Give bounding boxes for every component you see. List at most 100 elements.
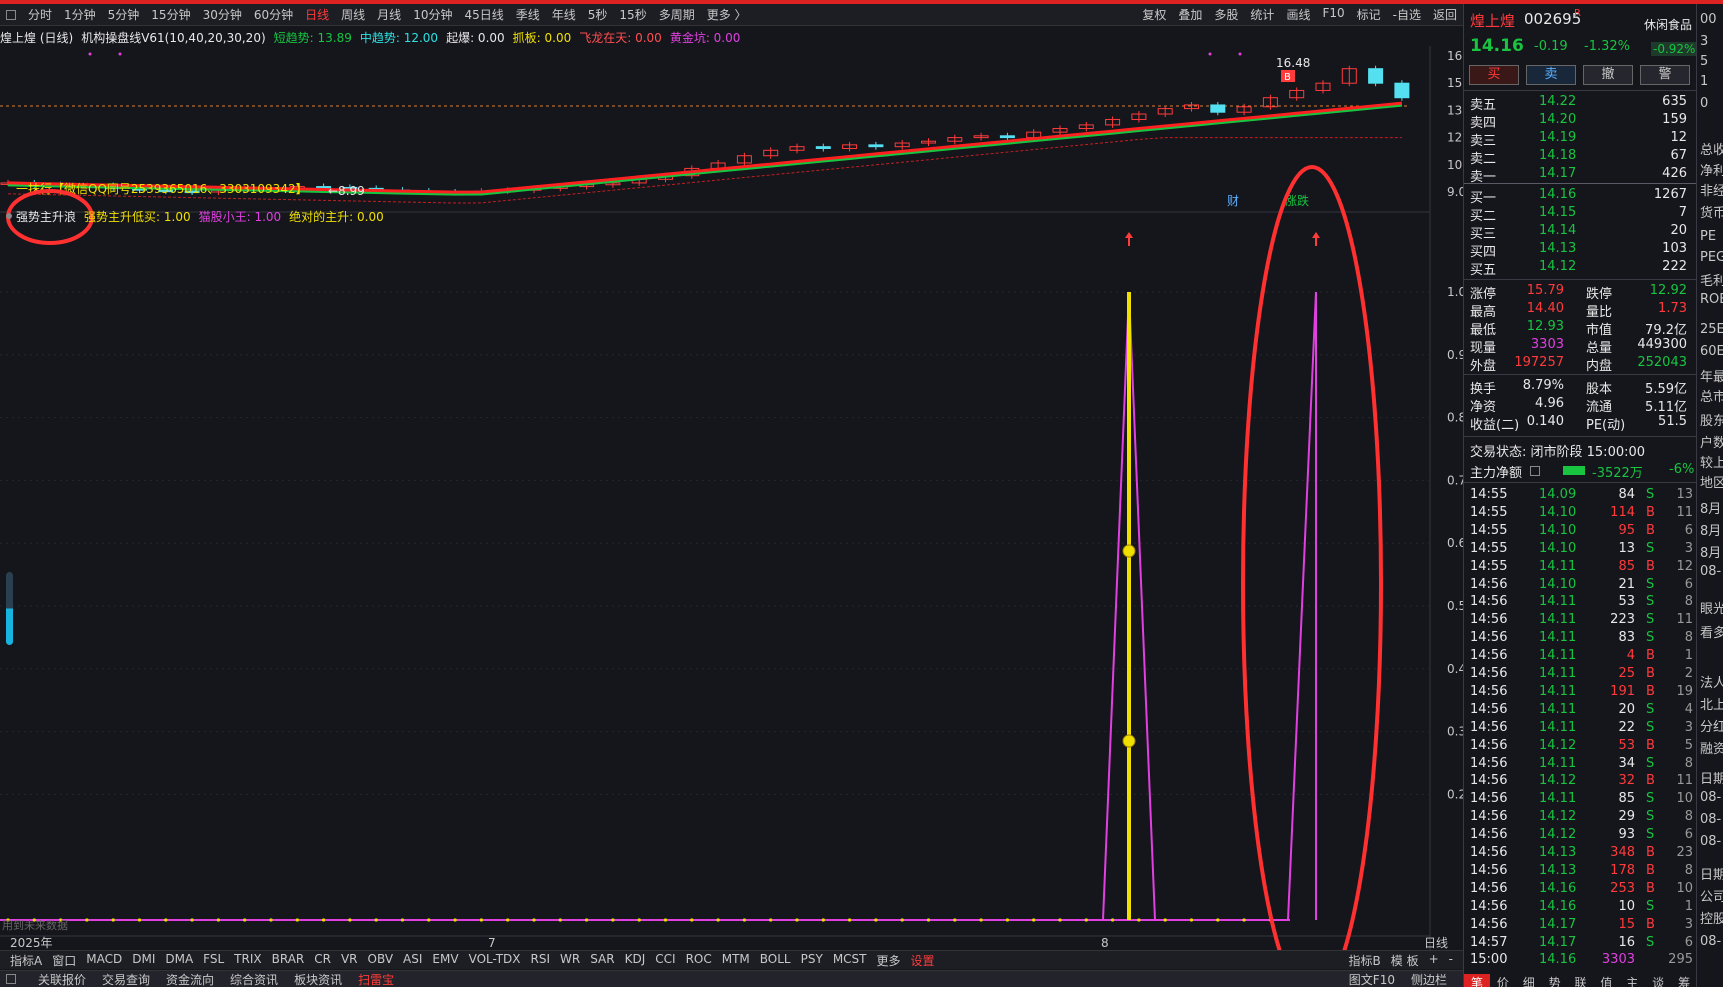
indicator-legend-item[interactable]: 强势主升浪	[16, 208, 76, 225]
main-net-info-icon[interactable]	[1530, 466, 1540, 476]
indicator-tab[interactable]: FSL	[198, 952, 229, 969]
tick-row: 14:56 14.16 10 S 1	[1464, 899, 1697, 917]
indicator-tab[interactable]: DMI	[127, 952, 160, 969]
stat-value: 197257	[1514, 355, 1564, 370]
level-volume: 67	[1670, 148, 1687, 163]
indicator-tab[interactable]: VOL-TDX	[464, 952, 526, 969]
depth-level[interactable]: 买四 14.13 103	[1464, 241, 1697, 260]
trade-button[interactable]: 撤	[1583, 65, 1633, 85]
tick-row: 14:56 14.12 32 B 11	[1464, 773, 1697, 791]
main-net-pct: -6%	[1669, 462, 1695, 477]
r-mark: R	[1574, 8, 1581, 19]
indicator-tab[interactable]: BOLL	[755, 952, 796, 969]
indicator-tab[interactable]: OBV	[363, 952, 399, 969]
tick-price: 14.09	[1539, 487, 1577, 502]
tick-direction: B	[1646, 862, 1655, 878]
price-axis-label: 10.50	[1447, 158, 1463, 172]
status-link[interactable]: 板块资讯	[286, 971, 350, 987]
status-right-link[interactable]: 侧边栏	[1403, 971, 1455, 987]
indicator-tab[interactable]: 指标A	[5, 952, 47, 969]
vertical-scroll-handle[interactable]	[6, 572, 13, 645]
indicator-tab[interactable]: CR	[309, 952, 336, 969]
depth-level[interactable]: 买三 14.14 20	[1464, 223, 1697, 242]
quote-tab[interactable]: 联	[1568, 974, 1594, 987]
quote-tab[interactable]: 值	[1593, 974, 1619, 987]
depth-level[interactable]: 买一 14.16 1267	[1464, 187, 1697, 206]
quote-tab[interactable]: 谈	[1645, 974, 1671, 987]
indicator-tab[interactable]: BRAR	[267, 952, 310, 969]
indicator-tab-control[interactable]: -	[1444, 952, 1458, 969]
indicator-tab-control[interactable]: +	[1424, 952, 1444, 969]
sector-name[interactable]: 休闲食品	[1644, 16, 1692, 33]
depth-level[interactable]: 卖二 14.18 67	[1464, 148, 1697, 167]
tick-count: 6	[1684, 576, 1693, 592]
status-link[interactable]: 关联报价	[30, 971, 94, 987]
status-link[interactable]: 扫雷宝	[350, 971, 402, 987]
indicator-tab[interactable]: VR	[336, 952, 363, 969]
quote-tab[interactable]: 主	[1619, 974, 1645, 987]
indicator-axis-label: 1.00	[1447, 285, 1463, 299]
status-link[interactable]: 综合资讯	[222, 971, 286, 987]
indicator-dot	[216, 918, 220, 922]
indicator-tab[interactable]: RSI	[526, 952, 556, 969]
indicator-tab[interactable]: MACD	[81, 952, 127, 969]
indicator-tab[interactable]: DMA	[160, 952, 198, 969]
edge-label: PE	[1700, 229, 1717, 244]
indicator-tab-control[interactable]: 模 板	[1386, 952, 1424, 969]
indicator-tab[interactable]: 更多	[872, 952, 906, 969]
indicator-tab[interactable]: MCST	[828, 952, 872, 969]
depth-level[interactable]: 卖三 14.19 12	[1464, 130, 1697, 149]
depth-level[interactable]: 卖一 14.17 426	[1464, 166, 1697, 185]
depth-level[interactable]: 买二 14.15 7	[1464, 205, 1697, 224]
status-menu-icon[interactable]	[6, 974, 16, 984]
indicator-tab[interactable]: 窗口	[47, 952, 81, 969]
depth-level[interactable]: 卖五 14.22 635	[1464, 94, 1697, 113]
trade-button[interactable]: 买	[1469, 65, 1519, 85]
tick-volume: 85	[1618, 558, 1635, 574]
quote-tab[interactable]: 势	[1542, 974, 1568, 987]
indicator-dot	[874, 918, 878, 922]
indicator-tab-control[interactable]: 指标B	[1344, 952, 1386, 969]
indicator-tab[interactable]: EMV	[427, 952, 463, 969]
tick-count: 3	[1684, 540, 1693, 556]
quote-tab[interactable]: 筹	[1671, 974, 1697, 987]
tick-volume: 22	[1618, 719, 1635, 735]
quote-tab[interactable]: 价	[1490, 974, 1516, 987]
tick-volume: 20	[1618, 701, 1635, 717]
indicator-tab[interactable]: KDJ	[620, 952, 651, 969]
edge-label: 股东	[1700, 414, 1723, 429]
trade-button[interactable]: 卖	[1526, 65, 1576, 85]
status-right-links: 图文F10 侧边栏	[1333, 971, 1463, 987]
tick-time: 14:56	[1470, 612, 1508, 628]
indicator-tab[interactable]: ASI	[398, 952, 427, 969]
chart-area[interactable]: 16.50 15.00 13.50 12.00 10.50 9.00 16.48 ←8.99 B…	[0, 0, 1463, 950]
indicator-tab[interactable]: CCI	[650, 952, 680, 969]
indicator-tab[interactable]: PSY	[796, 952, 828, 969]
tick-count: 4	[1684, 701, 1693, 717]
indicator-tab[interactable]: 设置	[906, 952, 940, 969]
indicator-tab[interactable]: MTM	[717, 952, 755, 969]
stat-value: 3303	[1530, 337, 1564, 352]
trade-button[interactable]: 警	[1640, 65, 1690, 85]
indicator-dot	[1216, 918, 1220, 922]
depth-level[interactable]: 买五 14.12 222	[1464, 259, 1697, 278]
event-label[interactable]: 财	[1227, 194, 1239, 208]
tick-volume: 4	[1626, 648, 1635, 664]
tick-count: 11	[1676, 504, 1693, 520]
quote-tab[interactable]: 笔	[1464, 974, 1490, 987]
indicator-tab[interactable]: WR	[555, 952, 585, 969]
tick-count: 8	[1684, 594, 1693, 610]
indicator-tab[interactable]: TRIX	[229, 952, 266, 969]
tick-price: 14.13	[1539, 862, 1577, 878]
depth-level[interactable]: 卖四 14.20 159	[1464, 112, 1697, 131]
indicator-dot	[900, 918, 904, 922]
quote-tab[interactable]: 细	[1516, 974, 1542, 987]
tick-direction: S	[1646, 630, 1655, 646]
level-label: 卖三	[1470, 134, 1497, 149]
tick-count: 1	[1684, 648, 1693, 664]
indicator-tab[interactable]: ROC	[681, 952, 717, 969]
status-link[interactable]: 资金流向	[158, 971, 222, 987]
indicator-tab[interactable]: SAR	[585, 952, 619, 969]
status-link[interactable]: 交易查询	[94, 971, 158, 987]
status-right-link[interactable]: 图文F10	[1341, 971, 1403, 987]
